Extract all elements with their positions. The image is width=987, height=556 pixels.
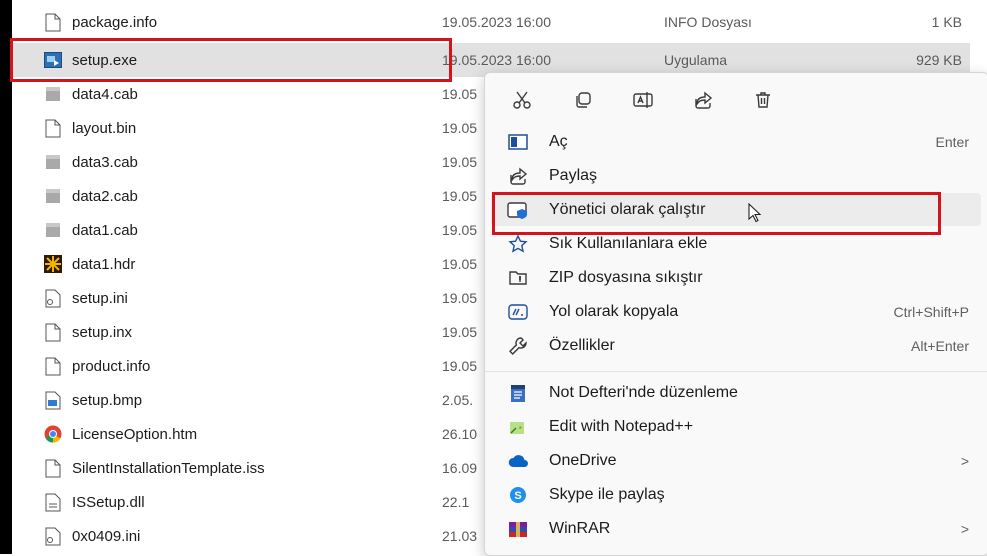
- context-toolbar: [485, 77, 987, 121]
- star-icon: [507, 233, 529, 255]
- file-date: 2.05.: [442, 392, 474, 408]
- file-date: 19.05: [442, 154, 478, 170]
- file-icon: [44, 12, 62, 32]
- file-size: 1 KB: [931, 14, 962, 30]
- file-name: setup.exe: [72, 51, 138, 69]
- ini-icon: [44, 288, 62, 308]
- file-date: 21.03: [442, 528, 478, 544]
- copy-icon[interactable]: [568, 85, 598, 115]
- menu-item-notepadpp[interactable]: Edit with Notepad++: [491, 410, 981, 443]
- file-name: LicenseOption.htm: [72, 425, 198, 443]
- menu-item-notepad[interactable]: Not Defteri'nde düzenleme: [491, 376, 981, 409]
- file-name: SilentInstallationTemplate.iss: [72, 459, 265, 477]
- menu-item-add-favorites[interactable]: Sık Kullanılanlara ekle: [491, 227, 981, 260]
- file-date: 19.05: [442, 188, 478, 204]
- zip-icon: [507, 267, 529, 289]
- rename-icon[interactable]: [628, 85, 658, 115]
- file-name: data2.cab: [72, 187, 138, 205]
- file-name: setup.bmp: [72, 391, 143, 409]
- file-date: 19.05.2023 16:00: [442, 14, 551, 30]
- properties-icon: [507, 335, 529, 357]
- file-date: 19.05: [442, 358, 478, 374]
- menu-item-copy-path[interactable]: Yol olarak kopyala Ctrl+Shift+P: [491, 295, 981, 328]
- file-name: setup.ini: [72, 289, 128, 307]
- file-name: data1.cab: [72, 221, 138, 239]
- file-date: 19.05: [442, 86, 478, 102]
- file-icon: [44, 356, 62, 376]
- submenu-arrow: >: [960, 452, 969, 469]
- file-icon: [44, 458, 62, 478]
- menu-item-run-as-admin[interactable]: Yönetici olarak çalıştır: [491, 193, 981, 226]
- submenu-arrow: >: [960, 520, 969, 537]
- cab-icon: [44, 186, 62, 206]
- file-name: 0x0409.ini: [72, 527, 141, 545]
- menu-item-winrar[interactable]: WinRAR >: [491, 512, 981, 545]
- menu-separator: [485, 371, 987, 372]
- file-date: 19.05: [442, 290, 478, 306]
- onedrive-icon: [507, 450, 529, 472]
- delete-icon[interactable]: [748, 85, 778, 115]
- cut-icon[interactable]: [507, 85, 537, 115]
- cab-icon: [44, 220, 62, 240]
- menu-item-open[interactable]: Aç Enter: [491, 125, 981, 158]
- file-name: data3.cab: [72, 153, 138, 171]
- menu-item-zip[interactable]: ZIP dosyasına sıkıştır: [491, 261, 981, 294]
- copy-path-icon: [507, 301, 529, 323]
- file-name: layout.bin: [72, 119, 137, 137]
- chrome-icon: [44, 424, 62, 444]
- file-name: product.info: [72, 357, 151, 375]
- file-date: 19.05: [442, 120, 478, 136]
- menu-item-share[interactable]: Paylaş: [491, 159, 981, 192]
- file-date: 26.10: [442, 426, 478, 442]
- cab-icon: [44, 84, 62, 104]
- file-date: 19.05: [442, 324, 478, 340]
- context-menu: Aç Enter Paylaş Yönetici olarak çalıştır…: [484, 72, 987, 556]
- dll-icon: [44, 492, 62, 512]
- file-row[interactable]: package.info 19.05.2023 16:00 INFO Dosya…: [12, 5, 970, 39]
- menu-item-properties[interactable]: Özellikler Alt+Enter: [491, 329, 981, 362]
- hdr-icon: [44, 254, 62, 274]
- menu-item-skype[interactable]: S Skype ile paylaş: [491, 478, 981, 511]
- menu-item-onedrive[interactable]: OneDrive >: [491, 444, 981, 477]
- share-icon[interactable]: [688, 85, 718, 115]
- file-date: 19.05: [442, 256, 478, 272]
- share-icon: [507, 165, 529, 187]
- skype-icon: S: [507, 484, 529, 506]
- file-date: 16.09: [442, 460, 478, 476]
- mouse-cursor-icon: [748, 202, 762, 228]
- file-date: 19.05: [442, 222, 478, 238]
- notepad-icon: [507, 382, 529, 404]
- notepadpp-icon: [507, 416, 529, 438]
- svg-text:S: S: [514, 490, 521, 502]
- setup-app-icon: [44, 50, 62, 70]
- cab-icon: [44, 152, 62, 172]
- file-name: data4.cab: [72, 85, 138, 103]
- run-as-admin-icon: [507, 199, 529, 221]
- ini-icon: [44, 526, 62, 546]
- file-name: package.info: [72, 13, 158, 31]
- bmp-icon: [44, 390, 62, 410]
- file-icon: [44, 322, 62, 342]
- open-icon: [507, 131, 529, 153]
- window-edge: [0, 0, 12, 554]
- file-date: 22.1: [442, 494, 470, 510]
- file-name: setup.inx: [72, 323, 133, 341]
- file-name: ISSetup.dll: [72, 493, 145, 511]
- file-name: data1.hdr: [72, 255, 136, 273]
- file-type: INFO Dosyası: [664, 14, 752, 30]
- file-icon: [44, 118, 62, 138]
- winrar-icon: [507, 518, 529, 540]
